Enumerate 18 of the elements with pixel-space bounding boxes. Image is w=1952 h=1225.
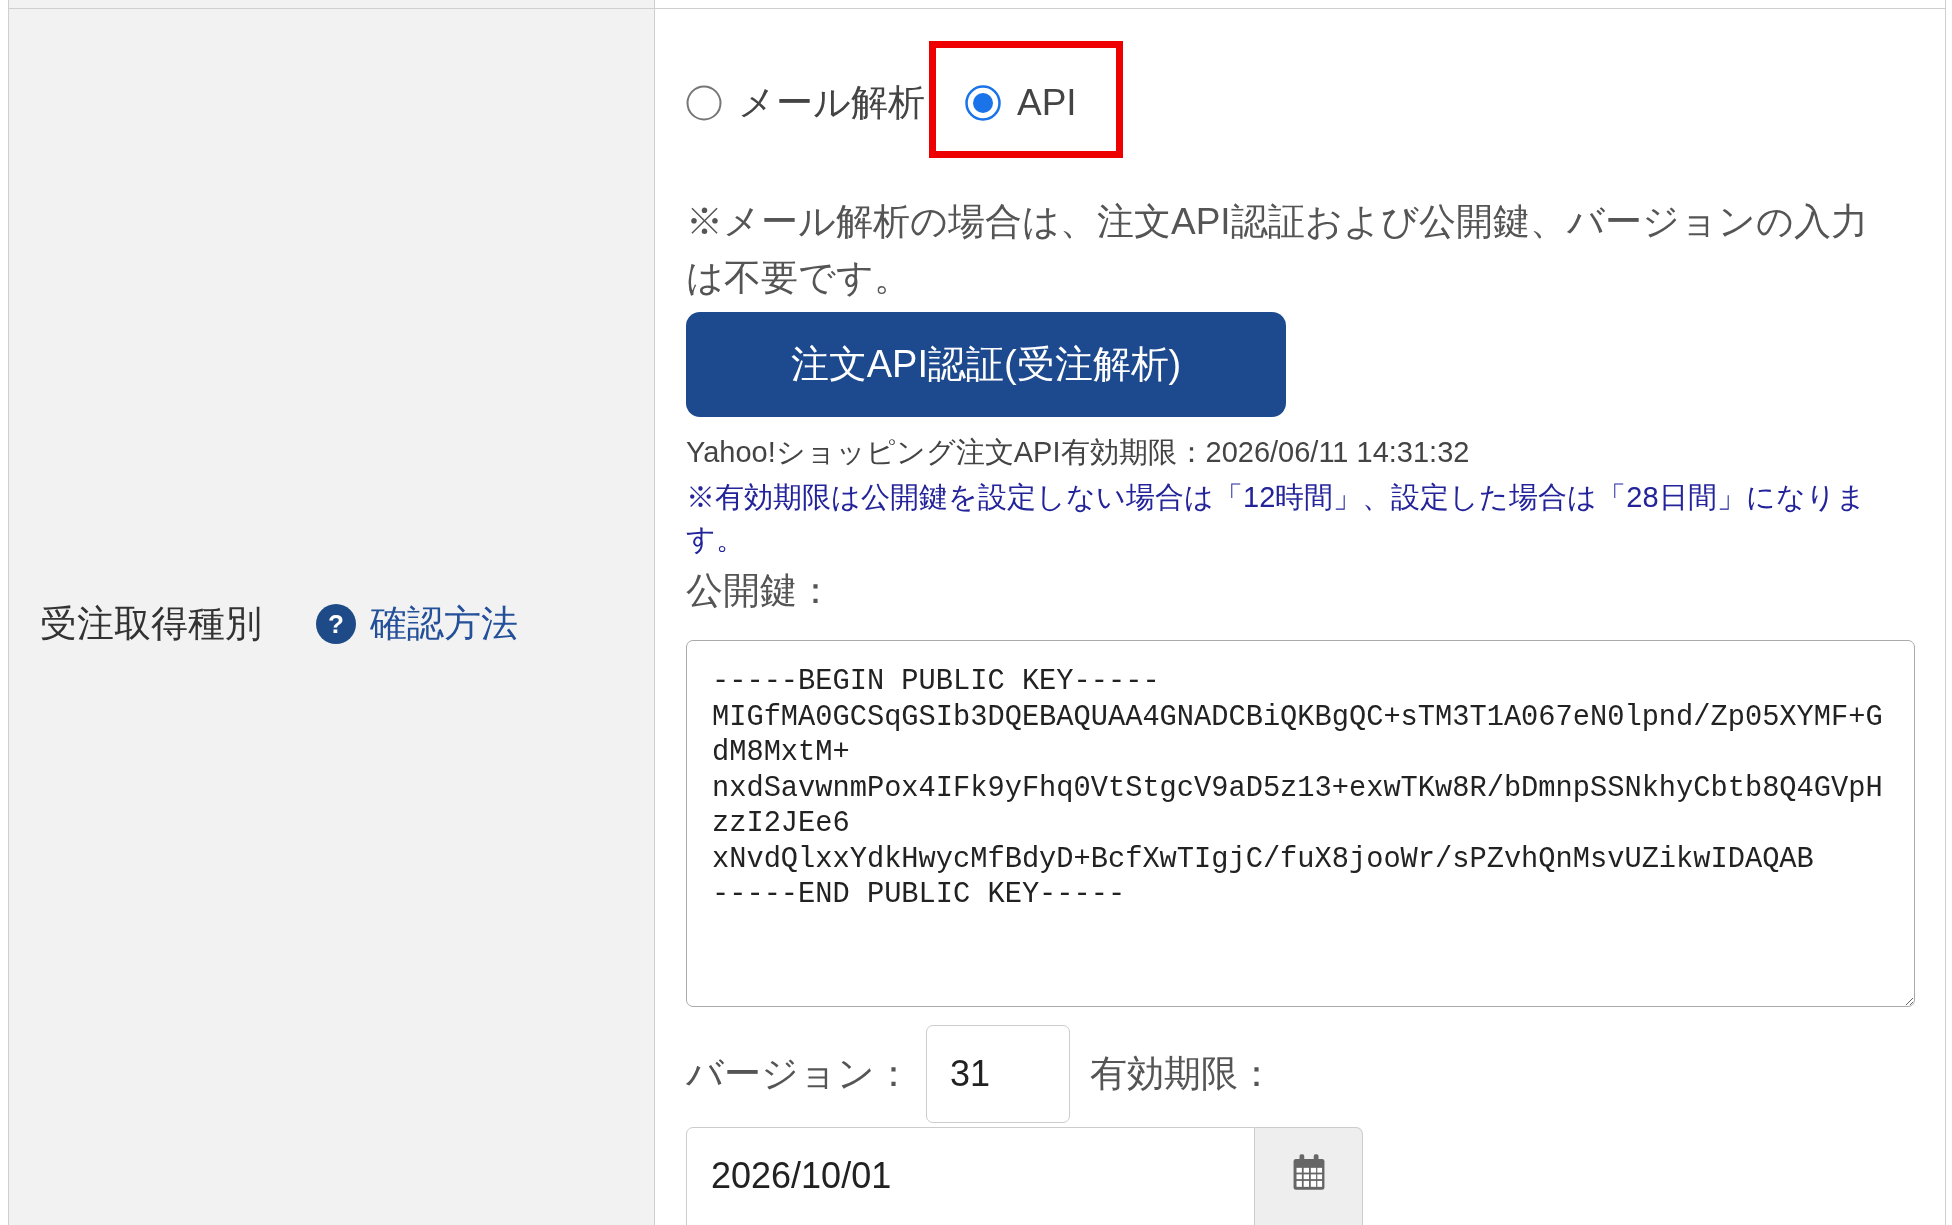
help-icon: ?: [316, 604, 356, 644]
note-text: ※メール解析の場合は、注文API認証および公開鍵、バージョンの入力は不要です。: [686, 200, 1869, 300]
order-api-auth-button[interactable]: 注文API認証(受注解析): [686, 312, 1286, 417]
radio-icon[interactable]: [686, 85, 722, 121]
public-key-label: 公開鍵：: [686, 569, 834, 613]
radio-option[interactable]: API: [965, 83, 1077, 123]
field-label: 受注取得種別: [40, 602, 262, 646]
expiry-note-text: ※有効期限は公開鍵を設定しない場合は「12時間」、設定した場合は「28日間」になります。: [686, 480, 1867, 557]
date-input[interactable]: 2026/10/01: [686, 1127, 1255, 1225]
help-link[interactable]: ? 確認方法: [316, 599, 518, 649]
expiry-date-label: 有効期限：: [1090, 1052, 1275, 1096]
radio-icon[interactable]: [965, 85, 1001, 121]
api-expiry-text: Yahoo!ショッピング注文API有効期限：2026/06/11 14:31:32: [686, 435, 1470, 470]
calendar-button[interactable]: [1255, 1127, 1363, 1225]
radio-option[interactable]: メール解析: [686, 83, 925, 123]
version-input[interactable]: 31: [926, 1025, 1070, 1123]
version-label: バージョン：: [686, 1052, 912, 1096]
public-key-textarea[interactable]: -----BEGIN PUBLIC KEY----- MIGfMA0GCSqGSIb3DQEBAQUAA4GNADCBiQKBgQC+sTM3T1A067eN0lpnd/Zp05XYMF+G dM8MxtM+ nxdSavwnmPox4IFk9yFhq0VtStgcV9aD5z13+exwTKw8R/bDmnpSSNkhyCbtb8Q4GVpH zzI2JEe6 xNvdQlxxYdkHwycMfBdyD+BcfXwTIgjC/fuX8jooWr/sPZvhQnMsvUZikwIDAQAB -----END PUBLIC KEY-----: [686, 640, 1915, 1007]
